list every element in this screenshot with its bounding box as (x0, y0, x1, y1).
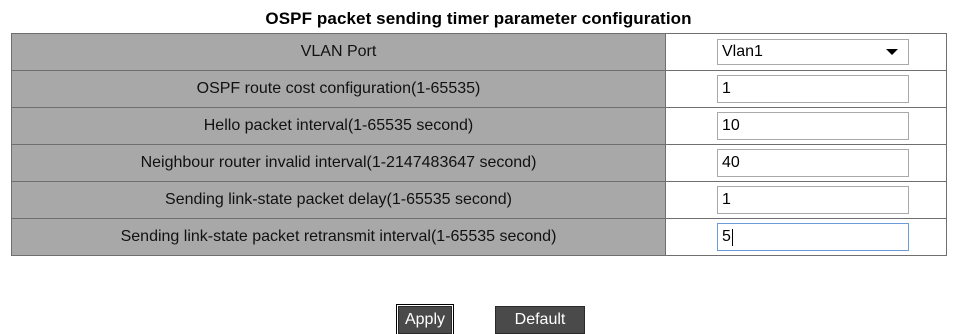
vlan-port-select[interactable]: Vlan1 (717, 39, 909, 65)
text-caret (731, 228, 733, 246)
lsa-delay-cell: 1 (665, 181, 947, 219)
neighbour-invalid-interval-label: Neighbour router invalid interval(1-2147… (11, 144, 666, 182)
table-row: VLAN Port Vlan1 (11, 33, 947, 71)
hello-interval-input[interactable]: 10 (717, 112, 909, 140)
hello-interval-label: Hello packet interval(1-65535 second) (11, 107, 666, 145)
route-cost-label: OSPF route cost configuration(1-65535) (11, 70, 666, 108)
lsa-retransmit-interval-value: 5 (722, 228, 731, 245)
table-row: Sending link-state packet delay(1-65535 … (11, 181, 947, 219)
lsa-delay-label: Sending link-state packet delay(1-65535 … (11, 181, 666, 219)
neighbour-invalid-interval-value: 40 (722, 154, 740, 171)
vlan-port-cell: Vlan1 (665, 33, 947, 71)
hello-interval-cell: 10 (665, 107, 947, 145)
config-table: VLAN Port Vlan1 OSPF route cost configur… (11, 33, 947, 256)
neighbour-invalid-interval-input[interactable]: 40 (717, 149, 909, 177)
lsa-retransmit-interval-input[interactable]: 5 (717, 223, 909, 251)
table-row: Hello packet interval(1-65535 second) 10 (11, 107, 947, 145)
apply-button[interactable]: Apply (396, 304, 454, 334)
route-cost-cell: 1 (665, 70, 947, 108)
route-cost-value: 1 (722, 80, 731, 97)
vlan-port-label: VLAN Port (11, 33, 666, 71)
table-row: Neighbour router invalid interval(1-2147… (11, 144, 947, 182)
table-row: Sending link-state packet retransmit int… (11, 218, 947, 256)
neighbour-invalid-interval-cell: 40 (665, 144, 947, 182)
vlan-port-selected-value: Vlan1 (722, 43, 763, 60)
route-cost-input[interactable]: 1 (717, 75, 909, 103)
chevron-down-icon[interactable] (886, 49, 898, 55)
default-button[interactable]: Default (495, 306, 585, 334)
lsa-delay-input[interactable]: 1 (717, 186, 909, 214)
page-title: OSPF packet sending timer parameter conf… (265, 9, 692, 28)
lsa-retransmit-interval-cell: 5 (665, 218, 947, 256)
lsa-delay-value: 1 (722, 191, 731, 208)
lsa-retransmit-interval-label: Sending link-state packet retransmit int… (11, 218, 666, 256)
table-row: OSPF route cost configuration(1-65535) 1 (11, 70, 947, 108)
hello-interval-value: 10 (722, 117, 740, 134)
